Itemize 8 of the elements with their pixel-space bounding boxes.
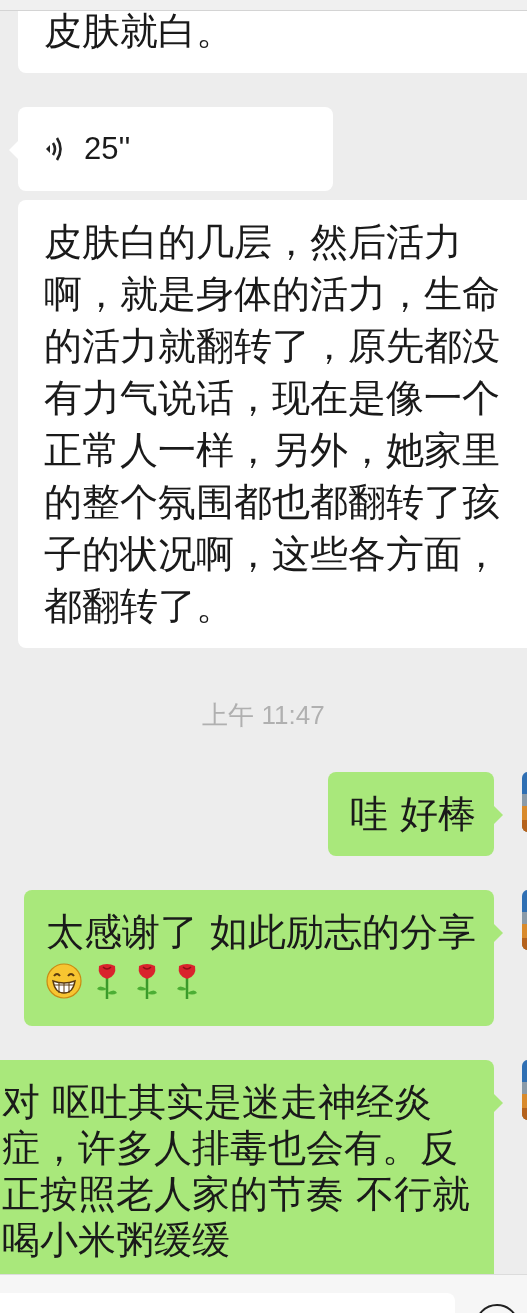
sound-wave-icon — [44, 135, 64, 163]
message-text: 皮肤就白。 — [44, 11, 235, 55]
message-text: 皮肤白的几层，然后活力啊，就是身体的活力，生命的活力就翻转了，原先都没有力气说话，现在是像一个正常人一样，另外，她家里的整个氛围都也都翻转了孩子的状况啊，这些各方面，都翻转了。 — [44, 219, 501, 630]
message-text: 太感谢了 如此励志的分享 — [45, 909, 476, 955]
message-text: 对 呕吐其实是迷走神经炎症，许多人排毒也会有。反正按照老人家的节奏 不行就喝小米粥缓缓 — [2, 1079, 472, 1263]
grinning-face-icon — [45, 963, 82, 999]
timestamp: 上午 11:47 — [202, 700, 325, 730]
message-text: 哇 好棒 — [349, 791, 476, 837]
